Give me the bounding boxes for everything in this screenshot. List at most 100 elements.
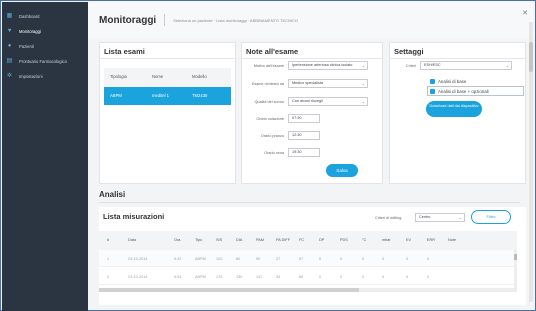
input-value: 12:30 (292, 133, 302, 137)
select-value: ESH/ESC (424, 63, 441, 67)
table-cell: 0 (340, 257, 343, 261)
table-cell: 23-10-2014 (128, 275, 148, 279)
book-icon: ▤ (6, 58, 13, 64)
motivo-select[interactable]: Ipertensione arteriosa clinica isolato ⌄ (288, 61, 368, 70)
divider (242, 58, 382, 59)
column-header: FC (299, 238, 305, 242)
divider (99, 202, 520, 203)
analisi-base-checkbox[interactable] (430, 79, 435, 84)
lista-misurazioni-title: Lista misurazioni (103, 212, 165, 221)
lista-esami-title: Lista esami (104, 47, 145, 56)
select-value: Con alcuni risvegli (292, 99, 323, 103)
column-header: Ora (174, 238, 181, 242)
field-label: Orario cena (264, 151, 284, 155)
app-window: ▦ Dashboard ♥ Monitoraggi ● Pazienti ▤ P… (0, 0, 536, 311)
table-cell: 80 (236, 257, 241, 261)
table-cell: 0 (319, 275, 322, 279)
divider (100, 58, 235, 59)
table-cell: 34 (276, 275, 281, 279)
sidebar-item-label: Pazienti (19, 44, 34, 49)
column-header: Data (128, 238, 137, 242)
table-cell: ABPM (195, 257, 206, 261)
pranzo-input[interactable]: 12:30 (288, 131, 320, 140)
chevron-down-icon: ⌄ (361, 81, 365, 86)
table-vertical-scrollbar-thumb[interactable] (514, 254, 517, 260)
column-header: EV (406, 238, 412, 242)
lista-esami-header: Tipologia Nome Modello (104, 68, 231, 87)
table-cell: 90 (256, 257, 261, 261)
note-title: Note all'esame (246, 47, 299, 56)
analisi-opzionali-checkbox[interactable] (430, 89, 435, 94)
settaggi-card: Settaggi Criteri ESH/ESC ⌄ Analisi di ba… (389, 42, 526, 184)
input-value: 07:30 (292, 116, 302, 120)
main-content: Monitoraggi Seleziona un paziente · List… (88, 2, 534, 309)
gear-icon: ✲ (6, 73, 13, 79)
table-cell: 0 (382, 257, 385, 261)
table-row[interactable]: 1 23-10-2014 9:32 ABPM 120 80 90 27 57 0… (99, 250, 517, 267)
sidebar-item-label: Prontuario Farmacologico (19, 59, 67, 64)
chevron-down-icon: ⌄ (458, 215, 462, 220)
table-cell: ABPM (195, 275, 206, 279)
cena-input[interactable]: 19:30 (288, 148, 320, 157)
sidebar-item-monitoraggi[interactable]: ♥ Monitoraggi (2, 24, 88, 39)
chevron-down-icon: ⌄ (505, 63, 509, 68)
heart-icon: ♥ (7, 28, 12, 34)
table-cell: TM2430 (192, 93, 208, 98)
chevron-down-icon: ⌄ (361, 63, 365, 68)
table-cell: 1 (107, 257, 110, 261)
filter-button[interactable]: Filtro (471, 210, 511, 224)
table-row[interactable]: 2 23-10-2014 9:43 ABPM 170 130 147 34 80… (99, 268, 517, 285)
select-value: Ipertensione arteriosa clinica isolato (292, 63, 353, 67)
column-header: Nome (152, 74, 164, 79)
table-cell: 9:43 (174, 275, 182, 279)
column-header: DP (319, 238, 325, 242)
lista-esami-card: Lista esami Tipologia Nome Modello ABPM … (99, 42, 236, 184)
column-header: DIA (236, 238, 243, 242)
vertical-scrollbar-thumb[interactable] (529, 42, 533, 72)
input-value: 19:30 (292, 150, 302, 154)
column-header: PA DIFF (276, 238, 291, 242)
column-header: Tipo (195, 238, 203, 242)
column-header: PDS (340, 238, 348, 242)
analisi-title: Analisi (99, 190, 126, 199)
sidebar-item-label: Impostazioni (19, 74, 43, 79)
table-cell: 0 (362, 257, 365, 261)
sidebar-item-label: Dashboard (19, 14, 40, 19)
sidebar-item-impostazioni[interactable]: ✲ Impostazioni (2, 69, 88, 84)
save-button[interactable]: Salva (326, 164, 358, 177)
table-cell: 9:32 (174, 257, 182, 261)
breadcrumb: Seleziona un paziente · Lista monitoragg… (173, 17, 299, 23)
user-icon: ● (7, 43, 12, 49)
table-cell: 147 (256, 275, 263, 279)
field-label: Qualità del sonno (254, 100, 284, 104)
table-cell: 0 (382, 275, 385, 279)
close-icon[interactable]: ✕ (522, 9, 528, 17)
column-header: Tipologia (110, 74, 127, 79)
checkbox-label: Analisi di base (438, 79, 467, 84)
table-cell: 120 (216, 257, 223, 261)
editing-label: Criteri di editing (375, 216, 402, 220)
table-row[interactable]: ABPM meditel 1 TM2430 (104, 87, 231, 105)
table-cell: 0 (406, 275, 409, 279)
colazione-input[interactable]: 07:30 (288, 114, 320, 123)
editing-select[interactable]: Centro ⌄ (415, 213, 465, 222)
richiesto-select[interactable]: Medico specialista ⌄ (288, 79, 368, 88)
sidebar-item-pazienti[interactable]: ● Pazienti (2, 39, 88, 54)
table-cell: 0 (427, 275, 430, 279)
column-header: # (107, 238, 110, 242)
misurazioni-header: # Data Ora Tipo SIS DIA PAM PA DIFF FC D… (99, 231, 517, 250)
select-value: Centro (419, 215, 431, 219)
divider (390, 58, 525, 59)
sonno-select[interactable]: Con alcuni risvegli ⌄ (288, 97, 368, 106)
chevron-down-icon: ⌄ (361, 99, 365, 104)
page-header: Monitoraggi Seleziona un paziente · List… (88, 2, 534, 38)
sidebar-item-prontuario[interactable]: ▤ Prontuario Farmacologico (2, 54, 88, 69)
column-header: Modello (192, 74, 207, 79)
criteri-select[interactable]: ESH/ESC ⌄ (420, 61, 512, 70)
download-button[interactable]: Download dati dal dispositivo (426, 101, 482, 117)
sidebar-item-dashboard[interactable]: ▦ Dashboard (2, 9, 88, 24)
settaggi-title: Settaggi (394, 47, 424, 56)
table-horizontal-scrollbar-thumb[interactable] (99, 288, 359, 292)
table-cell: 0 (319, 257, 322, 261)
table-cell: meditel 1 (152, 93, 169, 98)
